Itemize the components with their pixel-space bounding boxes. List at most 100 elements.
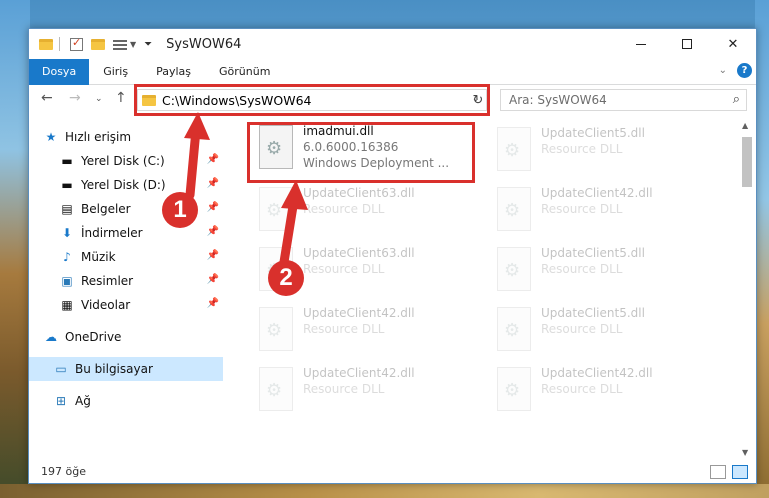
file-item[interactable]: UpdateClient42.dll Resource DLL bbox=[253, 361, 483, 417]
divider bbox=[59, 37, 60, 51]
search-box[interactable]: Ara: SysWOW64 ⌕ bbox=[500, 89, 747, 111]
sidebar-item-label: Müzik bbox=[81, 250, 116, 264]
drive-icon: ▬ bbox=[61, 178, 73, 192]
dll-file-icon bbox=[497, 367, 531, 411]
sidebar-item-label: OneDrive bbox=[65, 330, 122, 344]
sidebar-item-label: Yerel Disk (C:) bbox=[81, 154, 165, 168]
sidebar-item-videos[interactable]: ▦ Videolar 📌 bbox=[29, 293, 223, 317]
folder-icon bbox=[39, 38, 53, 50]
up-arrow-icon[interactable]: ↑ bbox=[115, 90, 127, 106]
videos-icon: ▦ bbox=[61, 298, 73, 312]
sidebar-item-label: Belgeler bbox=[81, 202, 131, 216]
sidebar-item-music[interactable]: ♪ Müzik 📌 bbox=[29, 245, 223, 269]
sidebar-item-pictures[interactable]: ▣ Resimler 📌 bbox=[29, 269, 223, 293]
chevron-down-icon[interactable]: ▼ bbox=[130, 40, 136, 49]
forward-arrow-icon[interactable]: → bbox=[69, 90, 81, 106]
tab-home[interactable]: Giriş bbox=[89, 59, 142, 85]
file-description: Resource DLL bbox=[303, 382, 385, 396]
scroll-down-icon[interactable]: ▼ bbox=[742, 448, 748, 457]
dll-file-icon bbox=[259, 307, 293, 351]
pin-icon[interactable]: 📌 bbox=[207, 274, 219, 285]
vertical-scrollbar[interactable]: ▲ ▼ bbox=[740, 121, 754, 457]
expand-ribbon-icon[interactable]: ⌄ bbox=[719, 65, 727, 76]
recent-locations-icon[interactable]: ⌄ bbox=[95, 94, 103, 104]
file-name: UpdateClient5.dll bbox=[541, 246, 645, 260]
pin-icon[interactable]: 📌 bbox=[207, 178, 219, 189]
dll-file-icon bbox=[259, 187, 293, 231]
search-icon[interactable]: ⌕ bbox=[733, 92, 740, 107]
dll-file-icon bbox=[497, 247, 531, 291]
view-options-icon[interactable] bbox=[113, 38, 127, 50]
file-name: UpdateClient63.dll bbox=[303, 246, 415, 260]
file-item[interactable]: UpdateClient42.dll Resource DLL bbox=[491, 181, 721, 237]
sidebar-item-quick-access[interactable]: ★ Hızlı erişim bbox=[29, 125, 223, 149]
tab-file[interactable]: Dosya bbox=[29, 58, 90, 85]
file-item[interactable]: UpdateClient5.dll Resource DLL bbox=[491, 301, 721, 357]
sidebar-item-network[interactable]: ⊞ Ağ bbox=[29, 389, 223, 413]
drive-icon: ▬ bbox=[61, 154, 73, 168]
file-item[interactable]: UpdateClient5.dll Resource DLL bbox=[491, 121, 721, 177]
desktop-background-right bbox=[755, 0, 769, 498]
tiles-view-icon[interactable] bbox=[732, 465, 748, 479]
search-input[interactable]: Ara: SysWOW64 bbox=[509, 93, 607, 107]
file-description: Resource DLL bbox=[541, 202, 623, 216]
file-description: Resource DLL bbox=[303, 202, 385, 216]
file-description: Resource DLL bbox=[303, 262, 385, 276]
pin-icon[interactable]: 📌 bbox=[207, 154, 219, 165]
scroll-up-icon[interactable]: ▲ bbox=[742, 121, 748, 130]
desktop-background-left bbox=[0, 0, 30, 498]
status-bar: 197 öğe bbox=[29, 459, 756, 483]
computer-icon: ▭ bbox=[55, 362, 67, 376]
callout-badge-2: 2 bbox=[268, 260, 304, 296]
download-icon: ⬇ bbox=[61, 226, 73, 240]
sidebar-item-label: Yerel Disk (D:) bbox=[81, 178, 166, 192]
file-name: UpdateClient42.dll bbox=[303, 306, 415, 320]
sidebar-item-onedrive[interactable]: ☁ OneDrive bbox=[29, 325, 223, 349]
pictures-icon: ▣ bbox=[61, 274, 73, 288]
customize-toolbar-icon[interactable]: ⏷ bbox=[144, 39, 152, 50]
pin-icon[interactable]: 📌 bbox=[207, 202, 219, 213]
sidebar-item-label: Hızlı erişim bbox=[65, 130, 132, 144]
address-bar-highlight bbox=[134, 84, 490, 116]
sidebar-item-local-disk-c[interactable]: ▬ Yerel Disk (C:) 📌 bbox=[29, 149, 223, 173]
file-item[interactable]: UpdateClient42.dll Resource DLL bbox=[253, 301, 483, 357]
back-arrow-icon[interactable]: ← bbox=[41, 90, 53, 106]
tab-view[interactable]: Görünüm bbox=[205, 59, 284, 85]
file-item[interactable]: UpdateClient63.dll Resource DLL bbox=[253, 181, 483, 237]
tab-share[interactable]: Paylaş bbox=[142, 59, 205, 85]
documents-icon: ▤ bbox=[61, 202, 73, 216]
music-icon: ♪ bbox=[63, 250, 71, 264]
minimize-button[interactable] bbox=[618, 29, 664, 59]
sidebar-item-label: Resimler bbox=[81, 274, 134, 288]
navigation-pane: ★ Hızlı erişim ▬ Yerel Disk (C:) 📌 ▬ Yer… bbox=[29, 121, 223, 451]
scrollbar-thumb[interactable] bbox=[742, 137, 752, 187]
sidebar-item-this-pc[interactable]: ▭ Bu bilgisayar bbox=[29, 357, 223, 381]
pin-icon[interactable]: 📌 bbox=[207, 298, 219, 309]
file-description: Resource DLL bbox=[541, 382, 623, 396]
details-view-icon[interactable] bbox=[710, 465, 726, 479]
network-icon: ⊞ bbox=[55, 394, 67, 408]
sidebar-item-label: Ağ bbox=[75, 394, 91, 408]
sidebar-item-label: Videolar bbox=[81, 298, 131, 312]
file-name: UpdateClient42.dll bbox=[303, 366, 415, 380]
sidebar-item-label: Bu bilgisayar bbox=[75, 362, 153, 376]
sidebar-item-downloads[interactable]: ⬇ İndirmeler 📌 bbox=[29, 221, 223, 245]
pin-icon[interactable]: 📌 bbox=[207, 226, 219, 237]
sidebar-item-local-disk-d[interactable]: ▬ Yerel Disk (D:) 📌 bbox=[29, 173, 223, 197]
help-icon[interactable]: ? bbox=[737, 63, 752, 78]
dll-file-icon bbox=[497, 307, 531, 351]
new-folder-icon[interactable] bbox=[91, 38, 105, 50]
pin-icon[interactable]: 📌 bbox=[207, 250, 219, 261]
close-button[interactable]: ✕ bbox=[710, 29, 756, 59]
maximize-button[interactable] bbox=[664, 29, 710, 59]
dll-file-icon bbox=[259, 367, 293, 411]
file-item[interactable]: UpdateClient5.dll Resource DLL bbox=[491, 241, 721, 297]
minimize-icon bbox=[636, 43, 646, 45]
callout-badge-1: 1 bbox=[162, 192, 198, 228]
file-highlight bbox=[247, 122, 475, 183]
file-item[interactable]: UpdateClient42.dll Resource DLL bbox=[491, 361, 721, 417]
properties-icon[interactable] bbox=[70, 36, 83, 51]
window-controls: ✕ bbox=[618, 29, 756, 59]
file-description: Resource DLL bbox=[303, 322, 385, 336]
file-description: Resource DLL bbox=[541, 322, 623, 336]
